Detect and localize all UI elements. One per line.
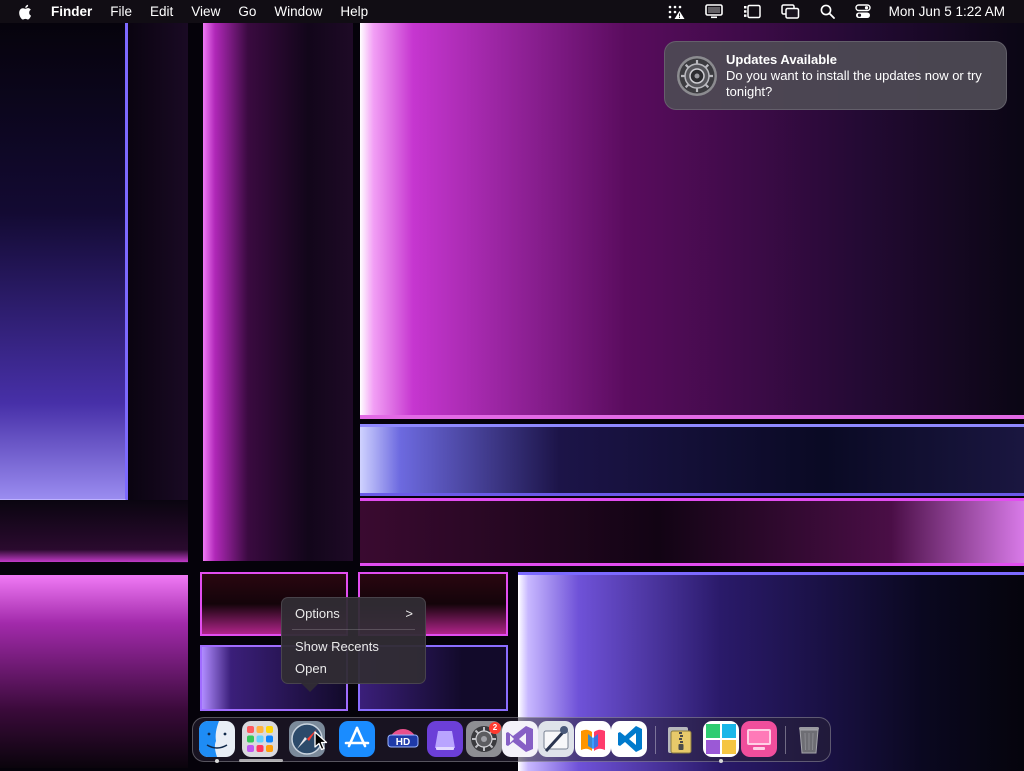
menu-edit[interactable]: Edit	[141, 0, 182, 23]
menu-help[interactable]: Help	[331, 0, 377, 23]
menu-separator	[292, 629, 415, 630]
running-indicator	[719, 759, 723, 763]
archive-utility-icon[interactable]	[663, 721, 699, 757]
notification-body: Do you want to install the updates now o…	[726, 68, 982, 99]
menu-bar: Finder File Edit View Go Window Help Mon…	[0, 0, 1024, 23]
context-menu-pointer	[301, 683, 319, 692]
menu-file[interactable]: File	[101, 0, 141, 23]
control-center-icon[interactable]	[845, 0, 881, 23]
menu-window[interactable]: Window	[265, 0, 331, 23]
activity-monitor-icon[interactable]	[657, 0, 695, 23]
menu-item-options[interactable]: Options >	[282, 604, 425, 624]
launchpad-scroll-indicator	[239, 759, 283, 762]
dock: HD 2	[192, 717, 831, 763]
menu-item-show-recents[interactable]: Show Recents	[282, 637, 425, 657]
spotlight-search-icon[interactable]	[810, 0, 845, 23]
apple-menu-icon[interactable]	[0, 4, 42, 20]
display-icon[interactable]	[695, 0, 733, 23]
finder-icon[interactable]	[199, 721, 235, 757]
notification-title: Updates Available	[726, 52, 838, 67]
xcode-instruments-icon[interactable]	[538, 721, 574, 757]
notification-badge: 2	[489, 722, 501, 734]
vscode-icon[interactable]	[611, 721, 647, 757]
stage-manager-icon[interactable]	[733, 0, 771, 23]
menu-item-open[interactable]: Open	[282, 659, 425, 679]
visual-studio-icon[interactable]	[502, 721, 538, 757]
dock-context-menu: Options > Show Recents Open	[281, 597, 426, 684]
dock-separator	[655, 726, 656, 754]
menu-item-label: Options	[295, 606, 340, 621]
chevron-right-icon: >	[405, 606, 413, 621]
menu-view[interactable]: View	[182, 0, 229, 23]
books-icon[interactable]	[575, 721, 611, 757]
app-store-icon[interactable]	[339, 721, 375, 757]
menu-go[interactable]: Go	[229, 0, 265, 23]
pink-app-icon[interactable]	[741, 721, 777, 757]
mouse-cursor-icon	[314, 731, 328, 751]
menu-app-name[interactable]: Finder	[42, 0, 101, 23]
update-notification[interactable]: Updates Available Do you want to install…	[664, 41, 1007, 110]
preview-grid-icon[interactable]	[703, 721, 739, 757]
menu-bar-clock[interactable]: Mon Jun 5 1:22 AM	[881, 4, 1024, 19]
system-settings-gear-icon	[676, 55, 718, 97]
svg-text:HD: HD	[396, 737, 410, 748]
desktop-wallpaper	[0, 0, 1024, 771]
launchpad-icon[interactable]	[242, 721, 278, 757]
screen-mirroring-icon[interactable]	[771, 0, 810, 23]
hd-app-icon[interactable]: HD	[385, 721, 421, 757]
dock-separator	[785, 726, 786, 754]
purple-app-icon[interactable]	[427, 721, 463, 757]
running-indicator	[215, 759, 219, 763]
trash-icon[interactable]	[791, 721, 827, 757]
